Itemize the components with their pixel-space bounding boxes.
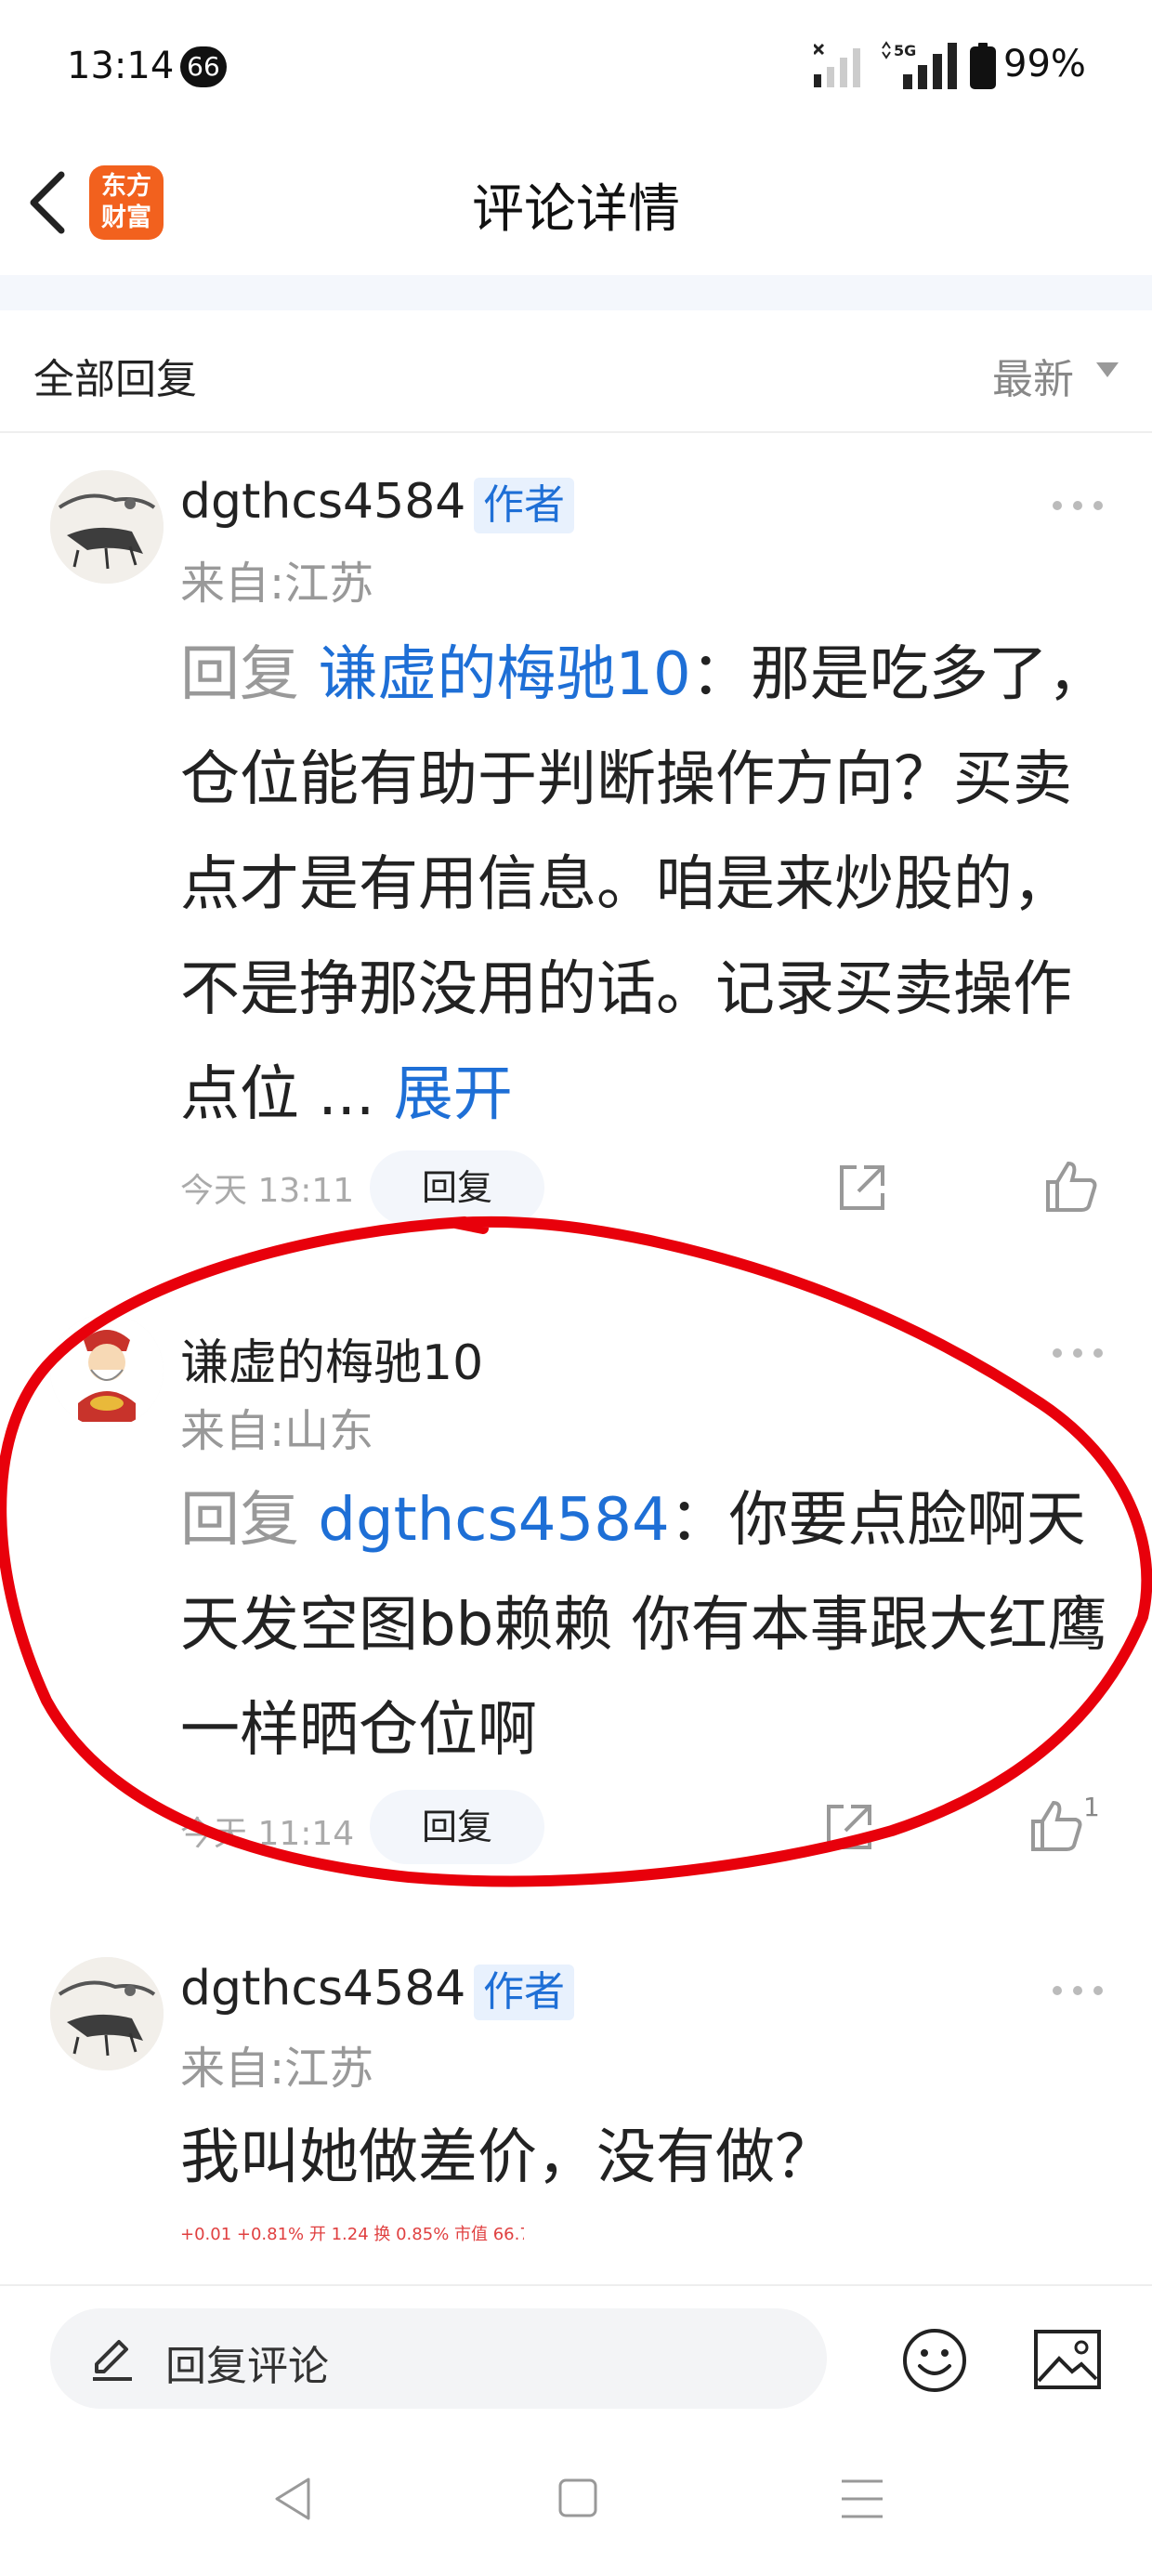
- battery-icon: [970, 43, 996, 89]
- reply-separator: ：: [669, 1486, 729, 1555]
- avatar[interactable]: [50, 470, 164, 584]
- status-time: 13:14: [67, 45, 175, 87]
- sort-dropdown[interactable]: 最新: [992, 346, 1074, 405]
- signal-strength-icon: [814, 43, 860, 87]
- author-badge: 作者: [474, 478, 574, 533]
- username[interactable]: dgthcs4584: [180, 1961, 465, 2017]
- share-icon[interactable]: [836, 1162, 888, 1214]
- username[interactable]: dgthcs4584: [180, 474, 465, 530]
- thumbs-up-icon[interactable]: [1044, 1160, 1098, 1214]
- location: 来自:山东: [180, 1405, 374, 1457]
- reply-button[interactable]: 回复: [370, 1790, 544, 1864]
- nav-back-icon[interactable]: [271, 2476, 316, 2522]
- reply-button[interactable]: 回复: [370, 1150, 544, 1225]
- comment-body: 我叫她做差价，没有做？: [180, 2106, 1128, 2211]
- stock-chart-thumbnail[interactable]: +0.01 +0.81% 开 1.24 换 0.85% 市值 66.75亿: [180, 2221, 524, 2282]
- notification-badge: 66: [180, 46, 227, 87]
- reply-prefix: 回复: [180, 1486, 299, 1555]
- comment-body: 回复 dgthcs4584：你要点脸啊天天发空图bb赖赖 你有本事跟大红鹰一样晒…: [180, 1468, 1128, 1783]
- comment-body: 回复 谦虚的梅驰10：那是吃多了，仓位能有助于判断操作方向？买卖点才是有用信息。…: [180, 623, 1128, 1148]
- more-options-icon[interactable]: [1050, 1344, 1106, 1362]
- more-options-icon[interactable]: [1050, 496, 1106, 515]
- battery-percentage: 99%: [1003, 43, 1086, 85]
- comment-text: 我叫她做差价，没有做？: [180, 2123, 834, 2192]
- avatar-image: [50, 1314, 164, 1427]
- avatar[interactable]: [50, 1314, 164, 1427]
- header-divider: [0, 275, 1152, 310]
- svg-text:5G: 5G: [894, 42, 916, 59]
- reply-comment-placeholder[interactable]: 回复评论: [165, 2333, 329, 2392]
- comment-text: 那是吃多了，仓位能有助于判断操作方向？买卖点才是有用信息。咱是来炒股的，不是挣那…: [180, 640, 1107, 1129]
- avatar[interactable]: [50, 1957, 164, 2070]
- thumbs-up-icon[interactable]: [1029, 1799, 1083, 1853]
- location: 来自:江苏: [180, 2043, 374, 2095]
- pencil-icon: [93, 2340, 132, 2381]
- all-replies-label: 全部回复: [33, 356, 197, 403]
- share-icon[interactable]: [823, 1801, 875, 1853]
- divider: [0, 431, 1152, 433]
- comment-time: 今天 11:14: [180, 1815, 355, 1853]
- reply-prefix: 回复: [180, 640, 299, 709]
- reply-target-link[interactable]: dgthcs4584: [318, 1486, 669, 1555]
- avatar-image: [50, 470, 164, 584]
- avatar-image: [50, 1957, 164, 2070]
- reply-separator: ：: [690, 640, 751, 709]
- more-options-icon[interactable]: [1050, 1981, 1106, 2000]
- location: 来自:江苏: [180, 558, 374, 610]
- username[interactable]: 谦虚的梅驰10: [180, 1323, 483, 1393]
- signal-5g-icon: 5G: [882, 41, 957, 89]
- stock-quote-line: +0.01 +0.81% 开 1.24 换 0.85% 市值 66.75亿: [180, 2225, 524, 2244]
- nav-menu-icon[interactable]: [840, 2477, 884, 2520]
- comment-time: 今天 13:11: [180, 1172, 355, 1210]
- page-title: 评论详情: [472, 179, 680, 240]
- expand-link[interactable]: 展开: [394, 1060, 513, 1129]
- nav-home-icon[interactable]: [557, 2477, 598, 2518]
- emoji-icon[interactable]: [901, 2327, 968, 2394]
- like-count: 1: [1083, 1792, 1100, 1822]
- chevron-down-icon[interactable]: [1096, 362, 1119, 379]
- divider: [0, 2284, 1152, 2286]
- reply-target-link[interactable]: 谦虚的梅驰10: [318, 640, 690, 709]
- image-icon[interactable]: [1033, 2329, 1102, 2390]
- author-badge: 作者: [474, 1965, 574, 2020]
